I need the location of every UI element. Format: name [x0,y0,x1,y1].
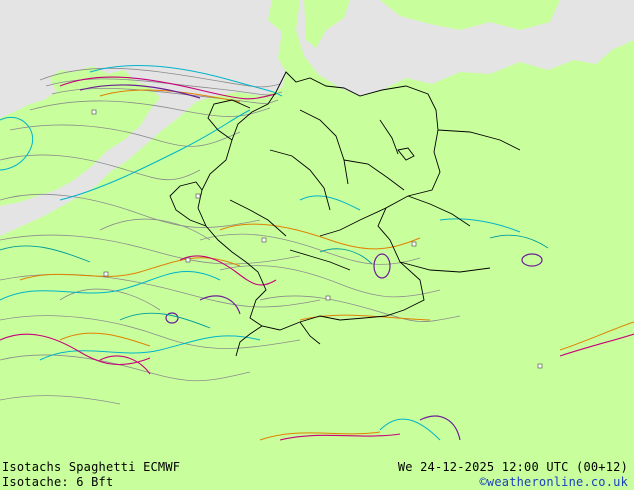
weather-map: Isotachs Spaghetti ECMWF Isotache: 6 Bft… [0,0,634,490]
map-title: Isotachs Spaghetti ECMWF [2,460,181,474]
map-subtitle: Isotache: 6 Bft [2,475,114,489]
credit-link[interactable]: ©weatheronline.co.uk [480,475,629,489]
map-canvas [0,0,634,490]
valid-time: We 24-12-2025 12:00 UTC (00+12) [397,460,628,474]
